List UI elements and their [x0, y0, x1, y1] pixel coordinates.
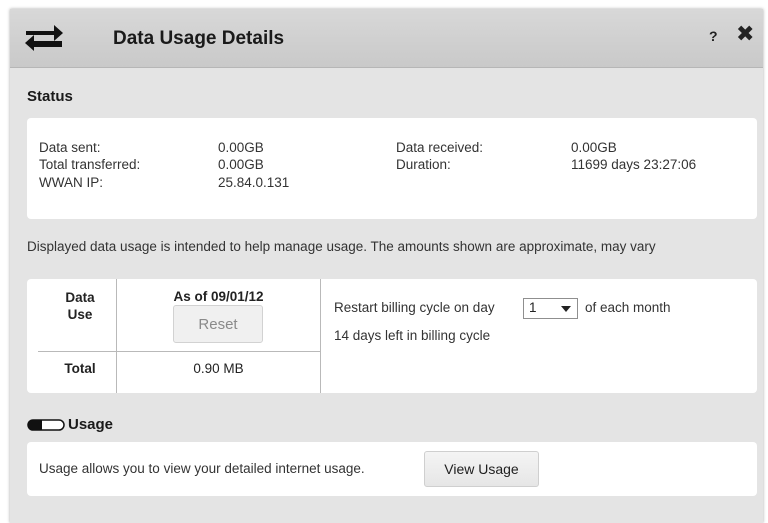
data-use-header: Data Use — [44, 289, 116, 323]
status-heading: Status — [27, 88, 73, 105]
table-divider — [320, 279, 321, 393]
chevron-down-icon — [561, 306, 571, 312]
duration-value: 11699 days 23:27:06 — [571, 157, 697, 172]
billing-day-select[interactable]: 1 — [523, 298, 578, 319]
view-usage-button[interactable]: View Usage — [424, 451, 539, 487]
status-panel: Data sent: 0.00GB Total transferred: 0.0… — [27, 118, 757, 219]
total-label: Total — [64, 361, 96, 376]
dialog-titlebar: Data Usage Details ? ✖ — [10, 9, 763, 68]
usage-toggle-icon — [27, 419, 65, 431]
help-button[interactable]: ? — [709, 28, 718, 44]
wwan-ip-value: 25.84.0.131 — [218, 175, 290, 190]
total-transferred-value: 0.00GB — [218, 157, 264, 172]
data-received-value: 0.00GB — [571, 140, 617, 155]
restart-billing-label: Restart billing cycle on day — [334, 300, 495, 315]
as-of-date: As of 09/01/12 — [173, 289, 264, 304]
data-received-label: Data received: — [396, 140, 484, 155]
billing-day-value: 1 — [529, 300, 537, 315]
usage-heading: Usage — [68, 416, 114, 433]
duration-label: Duration: — [396, 157, 451, 172]
close-button[interactable]: ✖ — [736, 23, 754, 45]
total-value: 0.90 MB — [193, 361, 244, 376]
total-transferred-label: Total transferred: — [39, 157, 141, 172]
reset-button[interactable]: Reset — [173, 305, 263, 343]
usage-disclaimer: Displayed data usage is intended to help… — [27, 239, 656, 254]
data-usage-dialog: Data Usage Details ? ✖ Status Data sent:… — [10, 9, 763, 523]
each-month-label: of each month — [585, 300, 671, 315]
data-sent-value: 0.00GB — [218, 140, 264, 155]
days-left-text: 14 days left in billing cycle — [334, 328, 491, 343]
transfer-arrows-icon — [25, 25, 63, 51]
data-use-header-line: Use — [67, 307, 93, 322]
data-sent-label: Data sent: — [39, 140, 101, 155]
table-divider — [38, 351, 320, 352]
data-use-header-line: Data — [65, 290, 95, 305]
dialog-title: Data Usage Details — [113, 28, 285, 49]
usage-description: Usage allows you to view your detailed i… — [39, 461, 365, 476]
wwan-ip-label: WWAN IP: — [39, 175, 103, 190]
